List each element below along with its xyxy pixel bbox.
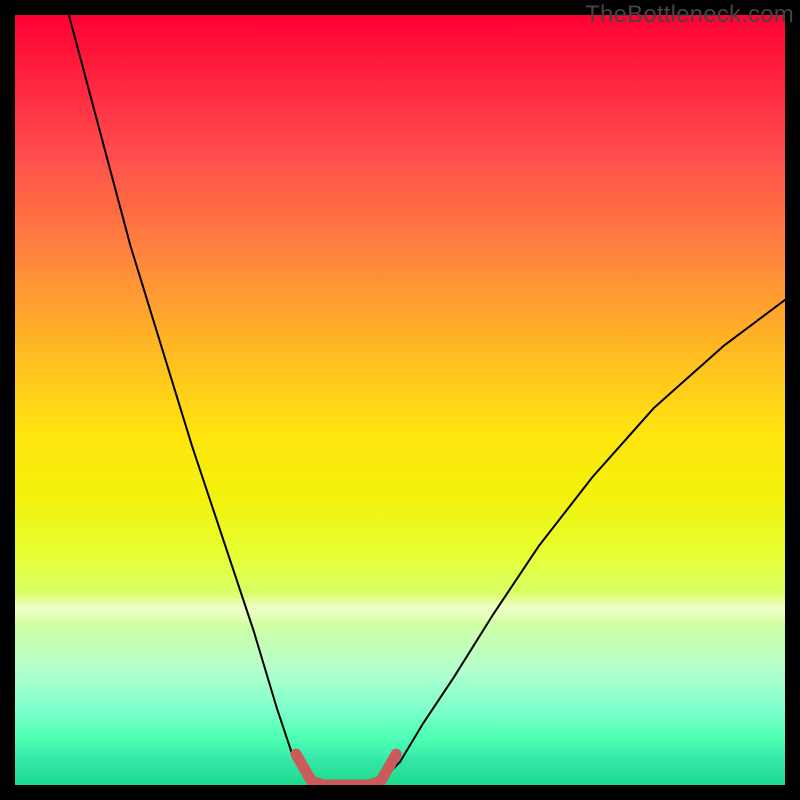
watermark-text: TheBottleneck.com — [585, 1, 794, 29]
bottleneck-curve — [69, 15, 785, 785]
curve-layer — [15, 15, 785, 785]
highlight-u-segment — [296, 754, 396, 785]
chart-frame: TheBottleneck.com — [0, 0, 800, 800]
plot-area — [15, 15, 785, 785]
